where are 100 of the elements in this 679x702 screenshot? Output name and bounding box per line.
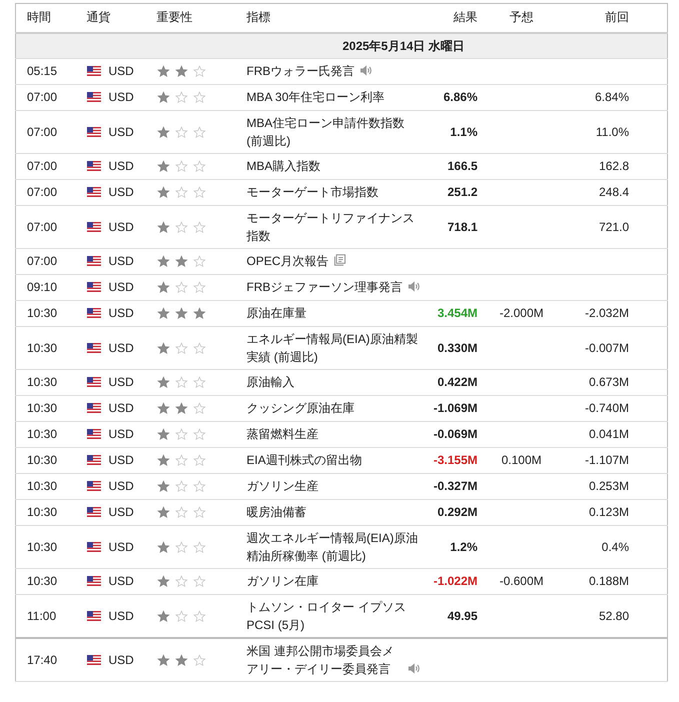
previous-value: 11.0% [596,124,629,138]
actual-value: 1.1% [450,124,478,138]
forecast-value: 0.100M [501,453,542,467]
previous-value: 248.4 [598,185,629,199]
actual-value: 3.454M [437,306,478,320]
time-cell: 17:40 [16,638,80,681]
speaker-icon[interactable] [408,281,420,292]
event-name[interactable]: MBA 30年住宅ローン利率 [246,88,385,106]
event-name[interactable]: FRBジェファーソン理事発言 [246,278,402,296]
previous-value: -0.740M [584,401,629,415]
actual-value: -0.069M [433,427,478,441]
us-flag-icon [86,308,100,318]
actual-value: -3.155M [433,453,478,467]
currency-code: USD [108,478,134,495]
event-name[interactable]: モーターゲートリファイナンス指数 [246,208,420,244]
time-cell: 09:10 [16,274,80,300]
time-cell: 10:30 [16,568,80,594]
event-name[interactable]: MBA購入指数 [246,157,321,175]
currency-code: USD [108,305,134,322]
event-name[interactable]: 暖房油備蓄 [246,503,306,521]
us-flag-icon [86,342,100,352]
event-name[interactable]: モーターゲート市場指数 [246,183,378,201]
time-cell: 10:30 [16,447,80,473]
time-cell: 10:30 [16,369,80,395]
actual-value: 0.292M [437,505,478,519]
event-name[interactable]: 原油輸入 [246,373,294,391]
previous-value: 0.4% [602,540,629,554]
actual-value: 49.95 [447,608,478,622]
actual-value: 251.2 [447,185,478,199]
time-cell: 07:00 [16,205,80,248]
time-cell: 10:30 [16,421,80,447]
previous-value: -1.107M [584,453,629,467]
us-flag-icon [86,256,100,266]
event-name[interactable]: 週次エネルギー情報局(EIA)原油精油所稼働率 (前週比) [246,528,420,564]
event-name[interactable]: ガソリン生産 [246,477,318,495]
time-cell: 10:30 [16,499,80,525]
currency-code: USD [108,608,134,624]
previous-value: 721.0 [598,220,629,234]
previous-value: 0.123M [588,505,629,519]
document-icon[interactable] [334,254,346,266]
currency-code: USD [108,374,134,391]
currency-code: USD [108,452,134,469]
us-flag-icon [86,429,100,439]
forecast-value: -0.600M [499,574,544,588]
currency-code: USD [108,253,134,270]
event-name[interactable]: MBA住宅ローン申請件数指数 (前週比) [246,114,420,150]
us-flag-icon [86,282,100,292]
us-flag-icon [86,542,100,552]
event-name[interactable]: 原油在庫量 [246,304,306,322]
event-name[interactable]: 蒸留燃料生産 [246,425,318,443]
previous-value: 0.041M [588,427,629,441]
currency-code: USD [108,124,134,140]
currency-code: USD [108,218,134,236]
time-cell: 11:00 [16,594,80,638]
currency-code: USD [108,573,134,590]
forecast-value: -2.000M [499,306,544,320]
event-name[interactable]: EIA週刊株式の留出物 [246,451,362,469]
us-flag-icon [86,610,100,620]
event-name[interactable]: FRBウォラー氏発言 [246,62,354,80]
speaker-icon[interactable] [408,662,420,674]
actual-value: 0.422M [437,375,478,389]
us-flag-icon [86,507,100,517]
currency-code: USD [108,340,134,356]
us-flag-icon [86,126,100,136]
event-name[interactable]: クッシング原油在庫 [246,399,354,417]
currency-code: USD [108,538,134,556]
time-cell: 07:00 [16,248,80,274]
previous-value: -2.032M [584,306,629,320]
us-flag-icon [86,222,100,232]
currency-code: USD [108,158,134,175]
previous-value: 6.84% [594,90,629,104]
us-flag-icon [86,654,100,664]
actual-value: 718.1 [447,220,478,234]
time-cell: 07:00 [16,110,80,153]
time-cell: 07:00 [16,153,80,179]
date-header: 2025年5月14日 水曜日 [16,32,668,58]
actual-value: 1.2% [450,540,478,554]
event-name[interactable]: エネルギー情報局(EIA)原油精製実績 (前週比) [246,330,420,366]
time-cell: 07:00 [16,179,80,205]
us-flag-icon [86,377,100,387]
time-cell: 10:30 [16,300,80,326]
previous-value: 52.80 [598,608,629,622]
event-name[interactable]: ガソリン在庫 [246,572,318,590]
actual-value: 0.330M [437,340,478,354]
currency-code: USD [108,426,134,443]
time-cell: 10:30 [16,525,80,568]
actual-value: 6.86% [443,90,478,104]
previous-value: 0.188M [588,574,629,588]
currency-code: USD [108,89,134,106]
event-name[interactable]: 米国 連邦公開市場委員会メアリー・デイリー委員発言 [246,642,402,678]
event-name[interactable]: OPEC月次報告 [246,252,329,270]
actual-value: -1.022M [433,574,478,588]
us-flag-icon [86,455,100,465]
event-name[interactable]: トムソン・ロイター イプソス PCSI (5月) [246,598,420,634]
speaker-icon[interactable] [360,65,372,76]
us-flag-icon [86,576,100,586]
previous-value: -0.007M [584,340,629,354]
time-cell: 05:15 [16,58,80,84]
time-cell: 10:30 [16,473,80,499]
currency-code: USD [108,279,134,296]
